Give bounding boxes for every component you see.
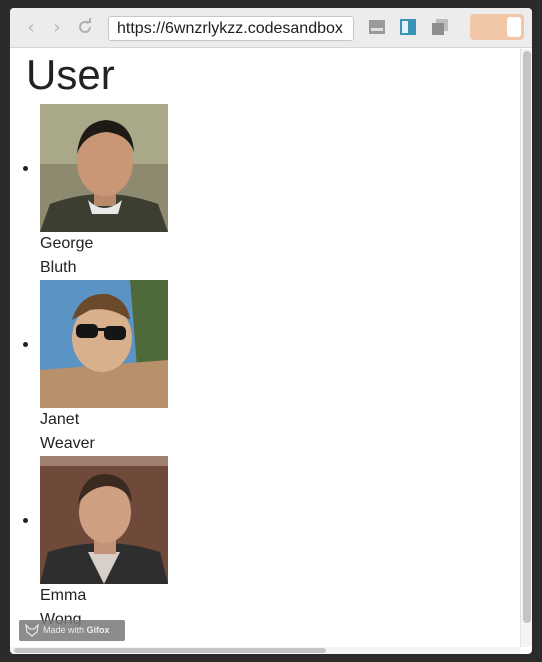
- reload-icon[interactable]: [76, 18, 94, 36]
- back-chevron-icon[interactable]: ‹: [22, 18, 40, 38]
- browser-toolbar: ‹ › https://6wnzrlykzz.codesandbox: [10, 8, 532, 48]
- forward-chevron-icon[interactable]: ›: [48, 18, 66, 38]
- extension-toggle[interactable]: [470, 14, 524, 40]
- user-last-name: Bluth: [40, 259, 77, 276]
- list-item: Emma Wong: [10, 456, 210, 632]
- page-title: User: [26, 51, 115, 98]
- user-last-name: Weaver: [40, 435, 95, 452]
- user-first-name: Emma: [40, 587, 87, 604]
- fox-logo-icon: [25, 624, 39, 637]
- avatar: [40, 280, 168, 408]
- toggle-knob: [507, 17, 521, 37]
- user-first-name: Janet: [40, 411, 80, 428]
- user-list: George Bluth Janet Weaver Emma: [10, 104, 210, 632]
- browser-window: ‹ › https://6wnzrlykzz.codesandbox User: [10, 8, 532, 654]
- list-item: George Bluth: [10, 104, 210, 280]
- horizontal-scroll-thumb[interactable]: [14, 648, 326, 653]
- window-overlap-icon[interactable]: [431, 18, 449, 36]
- horizontal-scrollbar[interactable]: [10, 647, 520, 654]
- user-first-name: George: [40, 235, 94, 252]
- avatar: [40, 104, 168, 232]
- reader-view-icon[interactable]: [368, 18, 386, 36]
- watermark-brand: Gifox: [86, 625, 110, 635]
- gifox-watermark: Made with Gifox: [19, 620, 125, 641]
- sidebar-toggle-icon[interactable]: [399, 18, 417, 36]
- address-bar[interactable]: https://6wnzrlykzz.codesandbox: [108, 16, 354, 41]
- vertical-scroll-thumb[interactable]: [523, 51, 531, 623]
- list-item: Janet Weaver: [10, 280, 210, 456]
- bullet: [23, 518, 28, 523]
- bullet: [23, 166, 28, 171]
- bullet: [23, 342, 28, 347]
- avatar: [40, 456, 168, 584]
- vertical-scrollbar[interactable]: [520, 49, 532, 647]
- watermark-prefix: Made with: [43, 625, 87, 635]
- page-content: User George Bluth Janet Weaver Emma: [10, 49, 520, 647]
